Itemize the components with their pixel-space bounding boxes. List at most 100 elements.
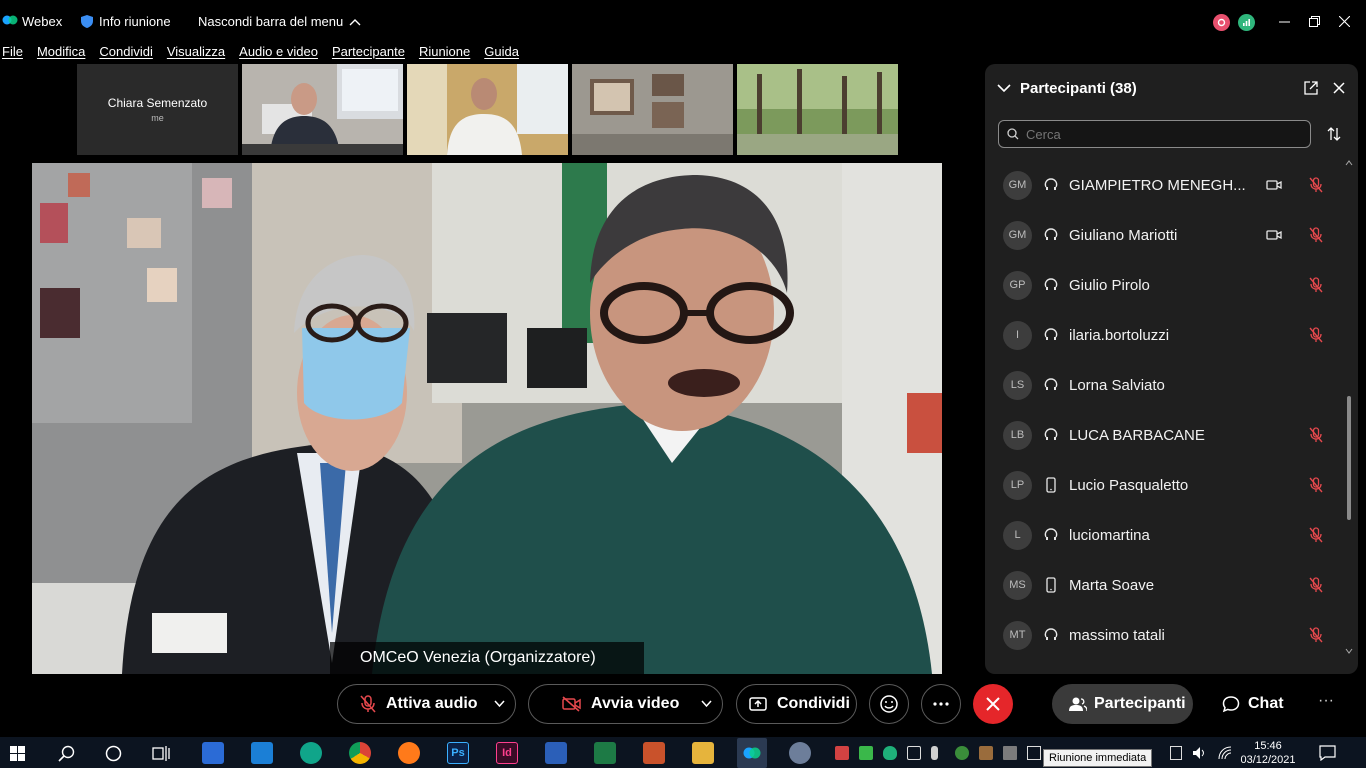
participant-thumbnail[interactable] xyxy=(572,64,733,155)
video-camera-icon xyxy=(1266,230,1282,240)
mic-muted-icon[interactable] xyxy=(1308,327,1324,343)
word-icon[interactable] xyxy=(545,742,567,764)
tray-check-icon[interactable] xyxy=(859,746,873,760)
share-button[interactable]: Condividi xyxy=(736,684,857,724)
more-options-button[interactable] xyxy=(921,684,961,724)
scroll-down-icon[interactable] xyxy=(1345,648,1353,654)
menu-visualizza[interactable]: Visualizza xyxy=(164,44,228,62)
chrome-icon[interactable] xyxy=(349,742,371,764)
meeting-info-button[interactable]: Info riunione xyxy=(80,14,171,29)
taskbar-clock[interactable]: 15:46 03/12/2021 xyxy=(1240,739,1296,767)
excel-icon[interactable] xyxy=(594,742,616,764)
file-explorer-icon[interactable] xyxy=(692,742,714,764)
photoshop-icon[interactable]: Ps xyxy=(447,742,469,764)
mail-icon[interactable] xyxy=(251,742,273,764)
tray-usb-icon[interactable] xyxy=(907,746,921,760)
reactions-button[interactable] xyxy=(869,684,909,724)
mic-muted-icon[interactable] xyxy=(1308,277,1324,293)
minimize-icon[interactable] xyxy=(1273,10,1295,32)
participant-row[interactable]: MT massimo tatali xyxy=(985,610,1345,660)
network-stats-icon[interactable] xyxy=(1238,14,1255,31)
tray-network-icon[interactable] xyxy=(955,746,969,760)
end-call-button[interactable] xyxy=(973,684,1013,724)
powerpoint-icon[interactable] xyxy=(643,742,665,764)
video-off-icon xyxy=(562,696,581,712)
participant-thumbnail[interactable] xyxy=(242,64,403,155)
overflow-menu-button[interactable]: ··· xyxy=(1318,692,1334,710)
participant-thumbnail[interactable] xyxy=(407,64,568,155)
tray-shield-icon[interactable] xyxy=(883,746,897,760)
participant-row[interactable]: Lluciomartina xyxy=(985,510,1345,560)
tray-app-icon[interactable] xyxy=(835,746,849,760)
menu-riunione[interactable]: Riunione xyxy=(416,44,473,62)
pop-out-icon[interactable] xyxy=(1304,81,1318,95)
mic-muted-icon[interactable] xyxy=(1308,177,1324,193)
participant-thumbnail[interactable] xyxy=(737,64,898,155)
paint-icon[interactable] xyxy=(789,742,811,764)
participant-scrollbar[interactable] xyxy=(1345,160,1353,664)
mic-muted-icon[interactable] xyxy=(1308,527,1324,543)
menu-modifica[interactable]: Modifica xyxy=(34,44,88,62)
unmute-button[interactable]: Attiva audio xyxy=(337,684,516,724)
indesign-icon[interactable]: Id xyxy=(496,742,518,764)
participant-row[interactable]: MS Marta Soave xyxy=(985,560,1345,610)
participant-row[interactable]: LB LUCA BARBACANE xyxy=(985,410,1345,460)
main-video-stage[interactable]: OMCeO Venezia (Organizzatore) xyxy=(32,163,942,674)
chat-button[interactable]: Chat xyxy=(1207,684,1297,724)
scroll-up-icon[interactable] xyxy=(1345,160,1353,166)
menu-guida[interactable]: Guida xyxy=(481,44,522,62)
scroll-thumb[interactable] xyxy=(1347,396,1351,520)
task-view-icon[interactable] xyxy=(152,745,170,762)
menu-condividi[interactable]: Condividi xyxy=(96,44,155,62)
restore-icon[interactable] xyxy=(1303,10,1325,32)
start-video-button[interactable]: Avvia video xyxy=(528,684,723,724)
windows-start-icon[interactable] xyxy=(10,746,25,761)
speaker-caption: OMCeO Venezia (Organizzatore) xyxy=(330,642,644,674)
chevron-down-icon[interactable] xyxy=(701,700,712,708)
clock-time: 15:46 xyxy=(1254,740,1282,752)
mic-muted-icon[interactable] xyxy=(1308,477,1324,493)
webex-taskbar-icon[interactable] xyxy=(737,738,767,768)
tray-webex-icon[interactable] xyxy=(1027,746,1041,760)
participants-button[interactable]: Partecipanti xyxy=(1052,684,1193,724)
notification-icon[interactable] xyxy=(1319,745,1336,761)
volume-icon[interactable] xyxy=(1192,746,1207,760)
participant-search[interactable] xyxy=(998,120,1311,148)
participant-row[interactable]: GP Giulio Pirolo xyxy=(985,260,1345,310)
chevron-down-icon[interactable] xyxy=(494,700,505,708)
tray-mic-icon[interactable] xyxy=(931,746,938,760)
cortana-icon[interactable] xyxy=(105,745,122,762)
participant-row[interactable]: LP Lucio Pasqualetto xyxy=(985,460,1345,510)
menu-partecipante[interactable]: Partecipante xyxy=(329,44,408,62)
close-panel-icon[interactable] xyxy=(1333,82,1345,94)
mic-muted-icon[interactable] xyxy=(1308,427,1324,443)
self-thumbnail[interactable]: Chiara Semenzato me xyxy=(77,64,238,155)
mic-muted-icon xyxy=(360,695,376,713)
wifi-icon[interactable] xyxy=(1218,746,1233,760)
menu-audio-video[interactable]: Audio e video xyxy=(236,44,321,62)
tray-tool-icon[interactable] xyxy=(979,746,993,760)
video-thumbnail-strip: Chiara Semenzato me xyxy=(77,64,898,155)
mic-muted-icon[interactable] xyxy=(1308,627,1324,643)
hide-menu-bar-button[interactable]: Nascondi barra del menu xyxy=(198,14,361,29)
participant-name: Marta Soave xyxy=(1069,576,1155,594)
participant-row[interactable]: GM GIAMPIETRO MENEGH... xyxy=(985,160,1345,210)
edge-icon[interactable] xyxy=(300,742,322,764)
participant-row[interactable]: GM Giuliano Mariotti xyxy=(985,210,1345,260)
participant-row[interactable]: Iilaria.bortoluzzi xyxy=(985,310,1345,360)
sort-icon[interactable] xyxy=(1327,127,1341,141)
chevron-down-icon[interactable] xyxy=(997,83,1011,93)
participant-row[interactable]: LS Lorna Salviato xyxy=(985,360,1345,410)
menu-file[interactable]: File xyxy=(0,44,26,62)
participant-name: Giulio Pirolo xyxy=(1069,276,1150,294)
close-window-icon[interactable] xyxy=(1333,10,1355,32)
tray-display-icon[interactable] xyxy=(1003,746,1017,760)
tray-battery-icon[interactable] xyxy=(1170,746,1182,760)
mic-muted-icon[interactable] xyxy=(1308,227,1324,243)
mic-muted-icon[interactable] xyxy=(1308,577,1324,593)
search-input[interactable] xyxy=(1026,126,1286,142)
search-icon[interactable] xyxy=(58,745,75,762)
firefox-icon[interactable] xyxy=(398,742,420,764)
store-icon[interactable] xyxy=(202,742,224,764)
video-frame-forest xyxy=(737,64,898,155)
